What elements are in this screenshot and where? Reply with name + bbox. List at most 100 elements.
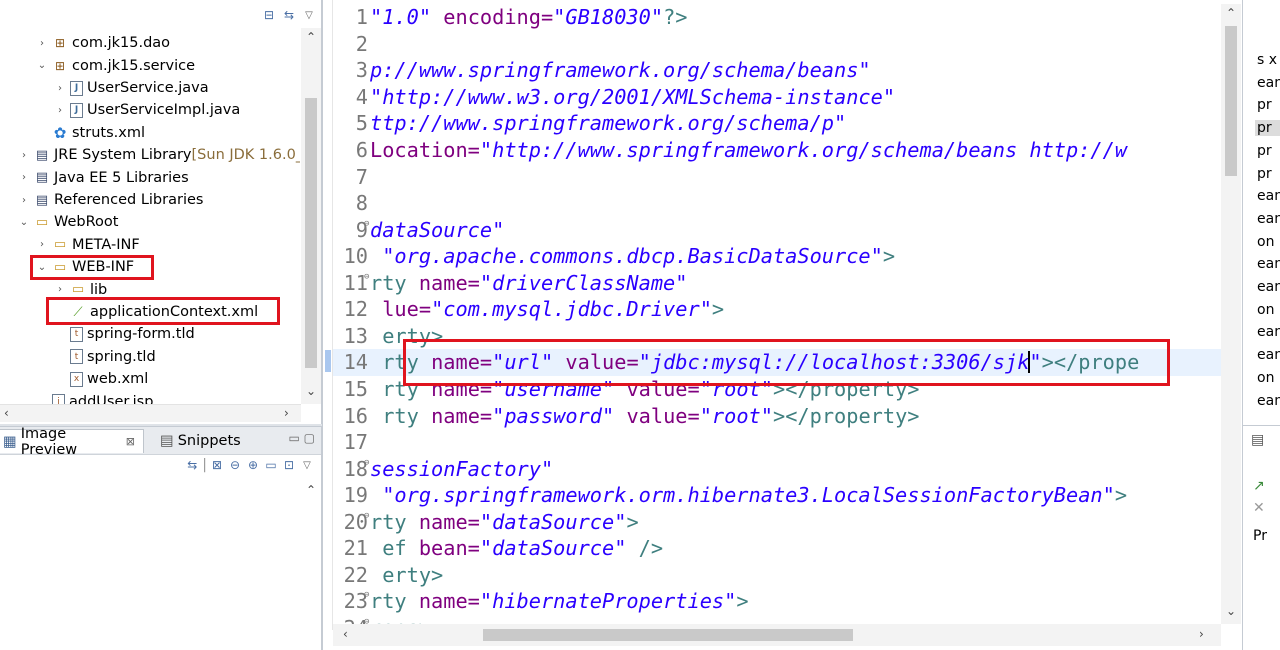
close-icon[interactable]: ⊠: [126, 435, 135, 448]
tree-item[interactable]: j addUser.jsp: [0, 390, 153, 404]
chevron-right-icon[interactable]: ›: [18, 150, 30, 161]
outline-item[interactable]: pr: [1257, 166, 1280, 182]
chevron-right-icon[interactable]: ›: [54, 105, 66, 116]
scroll-right-icon[interactable]: ›: [284, 406, 289, 420]
outline-item[interactable]: ean: [1257, 75, 1280, 91]
fold-toggle-icon[interactable]: ⊖: [364, 272, 372, 282]
editor-vertical-scrollbar[interactable]: ⌃ ⌄: [1221, 4, 1241, 624]
delete-icon[interactable]: ✕: [1253, 500, 1265, 516]
scroll-down-icon[interactable]: ⌄: [1226, 604, 1236, 618]
tree-item[interactable]: ✿ struts.xml: [0, 122, 145, 145]
explorer-vertical-scrollbar[interactable]: ⌃ ⌄: [301, 28, 321, 404]
code-line[interactable]: 21 ef bean= "dataSource" />: [333, 535, 1231, 562]
outline-item[interactable]: pr: [1257, 143, 1280, 159]
view-menu-chevron-icon[interactable]: ▽: [299, 457, 315, 473]
tree-item[interactable]: › ⊞ com.jk15.dao: [0, 32, 170, 55]
outline-item[interactable]: pr: [1255, 120, 1280, 137]
chevron-right-icon[interactable]: ›: [54, 83, 66, 94]
scrollbar-thumb[interactable]: [483, 629, 853, 641]
scroll-left-icon[interactable]: ‹: [343, 627, 348, 641]
outline-item[interactable]: ean: [1257, 188, 1280, 204]
outline-item[interactable]: pr: [1257, 97, 1280, 113]
chevron-right-icon[interactable]: ›: [36, 239, 48, 250]
code-line[interactable]: 24⊖rops>: [333, 615, 1231, 624]
code-line[interactable]: 2: [333, 31, 1231, 58]
fold-toggle-icon[interactable]: ⊖: [364, 590, 372, 600]
code-line[interactable]: 16 rty name= "password" value= "root" ></pr…: [333, 402, 1231, 429]
tree-item[interactable]: › ▭ lib: [0, 278, 107, 301]
tree-item[interactable]: t spring.tld: [0, 346, 156, 369]
outline-item[interactable]: ean: [1257, 256, 1280, 272]
chevron-right-icon[interactable]: ›: [54, 284, 66, 295]
xml-editor[interactable]: 1 "1.0" encoding= "GB18030" ?> 2 3 p://www.spr…: [322, 0, 1242, 650]
scroll-down-icon[interactable]: ⌄: [306, 384, 316, 398]
minimize-maximize-icon[interactable]: ▭ ▢: [289, 431, 316, 445]
tree-item[interactable]: x web.xml: [0, 368, 148, 391]
fold-toggle-icon[interactable]: ⊖: [364, 617, 372, 624]
scrollbar-thumb[interactable]: [1225, 26, 1237, 176]
scroll-right-icon[interactable]: ›: [1199, 627, 1204, 641]
code-line[interactable]: 23 ⊖ rty name= "hibernateProperties" >: [333, 588, 1231, 615]
tab-snippets[interactable]: ▤ Snippets: [156, 429, 252, 453]
code-line[interactable]: 1 "1.0" encoding= "GB18030" ?>: [333, 4, 1231, 31]
code-line[interactable]: 6 Location= "http://www.springframework.or…: [333, 137, 1231, 164]
code-line[interactable]: 22 erty>: [333, 562, 1231, 589]
chevron-down-icon[interactable]: ⌄: [36, 60, 48, 71]
code-line[interactable]: 10 "org.apache.commons.dbcp.BasicDataSou…: [333, 243, 1231, 270]
preview-vertical-scrollbar[interactable]: ⌃: [301, 481, 321, 650]
outline-item[interactable]: ean: [1257, 211, 1280, 227]
tree-item[interactable]: ⌄ ▭ WEB-INF: [0, 256, 134, 279]
chevron-down-icon[interactable]: ⌄: [36, 262, 48, 273]
outline-item[interactable]: ean: [1257, 279, 1280, 295]
fit-image-icon[interactable]: ⊠: [209, 457, 225, 473]
explorer-horizontal-scrollbar[interactable]: ‹ ›: [0, 404, 301, 422]
outline-item[interactable]: on: [1257, 302, 1280, 318]
tree-item[interactable]: ⌄ ▭ WebRoot: [0, 211, 119, 234]
tab-image-preview[interactable]: ▦ Image Preview ⊠: [0, 426, 144, 458]
collapse-all-icon[interactable]: ⊟: [261, 7, 277, 23]
zoom-in-icon[interactable]: ⊕: [245, 457, 261, 473]
fold-toggle-icon[interactable]: ⊖: [364, 219, 372, 229]
link-icon[interactable]: ⇆: [184, 457, 200, 473]
scrollbar-thumb[interactable]: [305, 98, 317, 368]
code-line[interactable]: 9 ⊖ dataSource": [333, 216, 1231, 243]
outline-item[interactable]: ean: [1257, 324, 1280, 340]
code-line[interactable]: 20 ⊖ rty name= "dataSource" >: [333, 508, 1231, 535]
code-line[interactable]: 19 "org.springframework.orm.hibernate3.L…: [333, 482, 1231, 509]
code-line[interactable]: 5 ttp://www.springframework.org/schema/p": [333, 110, 1231, 137]
fit-window-icon[interactable]: ⊡: [281, 457, 297, 473]
code-line[interactable]: 4 "http://www.w3.org/2001/XMLSchema-insta…: [333, 84, 1231, 111]
fold-toggle-icon[interactable]: ⊖: [364, 511, 372, 521]
code-line[interactable]: 18 ⊖ sessionFactory": [333, 455, 1231, 482]
zoom-out-icon[interactable]: ⊖: [227, 457, 243, 473]
tree-item[interactable]: › J UserServiceImpl.java: [0, 99, 240, 122]
outline-item[interactable]: on: [1257, 370, 1280, 386]
scroll-up-icon[interactable]: ⌃: [306, 483, 316, 497]
code-line[interactable]: 8: [333, 190, 1231, 217]
view-menu-chevron-icon[interactable]: ▽: [301, 7, 317, 23]
editor-horizontal-scrollbar[interactable]: ‹ ›: [333, 624, 1221, 646]
code-line[interactable]: 13 erty>: [333, 323, 1231, 350]
code-line[interactable]: 15 rty name= "username" value= "root" ></pr…: [333, 376, 1231, 403]
new-icon[interactable]: ↗: [1253, 478, 1265, 494]
scroll-up-icon[interactable]: ⌃: [1226, 6, 1236, 20]
chevron-down-icon[interactable]: ⌄: [18, 217, 30, 228]
tree-item[interactable]: › ▤ Referenced Libraries: [0, 189, 203, 212]
code-line[interactable]: 7: [333, 163, 1231, 190]
tree-item[interactable]: ⟋ applicationContext.xml: [0, 301, 258, 324]
fold-toggle-icon[interactable]: ⊖: [364, 458, 372, 468]
scroll-up-icon[interactable]: ⌃: [306, 30, 316, 44]
tree-item[interactable]: ⌄ ⊞ com.jk15.service: [0, 54, 195, 77]
code-line[interactable]: 3 p://www.springframework.org/schema/bean…: [333, 57, 1231, 84]
chevron-right-icon[interactable]: ›: [36, 38, 48, 49]
actual-size-icon[interactable]: ▭: [263, 457, 279, 473]
code-line[interactable]: 12 lue= "com.mysql.jdbc.Driver" >: [333, 296, 1231, 323]
tree-item[interactable]: t spring-form.tld: [0, 323, 195, 346]
code-line[interactable]: 14 rty name= "url" value= "jdbc:mysql://lo…: [333, 349, 1231, 376]
chevron-right-icon[interactable]: ›: [18, 172, 30, 183]
tree-item[interactable]: › J UserService.java: [0, 77, 209, 100]
code-line[interactable]: 11 ⊖ rty name= "driverClassName": [333, 270, 1231, 297]
tree-item[interactable]: › ▭ META-INF: [0, 234, 140, 257]
outline-item[interactable]: on: [1257, 234, 1280, 250]
code-line[interactable]: 17: [333, 429, 1231, 456]
